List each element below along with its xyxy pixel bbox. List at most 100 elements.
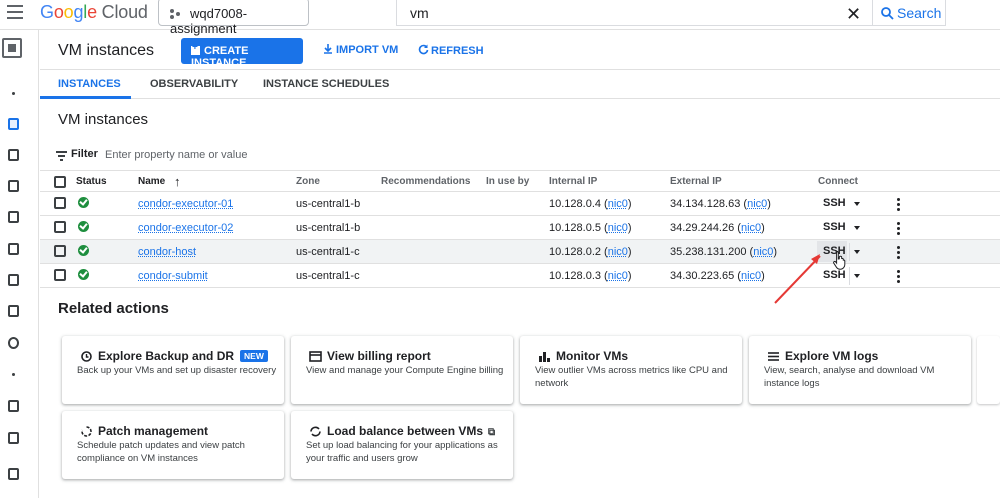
backup-icon bbox=[81, 351, 92, 362]
running-status-icon bbox=[78, 221, 89, 232]
table-header: Status Name ↑ Zone Recommendations In us… bbox=[40, 171, 1000, 192]
select-all-checkbox[interactable] bbox=[54, 176, 66, 188]
row-checkbox[interactable] bbox=[54, 245, 66, 257]
card-monitor-vms[interactable]: Monitor VMs View outlier VMs across metr… bbox=[520, 336, 742, 404]
col-zone[interactable]: Zone bbox=[296, 176, 320, 187]
nav-disks-icon[interactable] bbox=[6, 400, 20, 412]
more-actions-icon[interactable] bbox=[897, 270, 901, 285]
more-actions-icon[interactable] bbox=[897, 198, 901, 213]
nav-tpus-icon[interactable] bbox=[6, 243, 20, 255]
nic-link[interactable]: nic0 bbox=[741, 222, 761, 234]
nav-sole-tenant-icon[interactable] bbox=[6, 180, 20, 192]
card-description: View and manage your Compute Engine bill… bbox=[306, 365, 504, 376]
divider bbox=[849, 267, 850, 285]
page-header: VM instances CREATE INSTANCE IMPORT VM R… bbox=[40, 30, 1000, 70]
instance-name-link[interactable]: condor-executor-02 bbox=[138, 222, 233, 234]
table-row: condor-host us-central1-c 10.128.0.2 (ni… bbox=[40, 240, 1000, 264]
row-checkbox[interactable] bbox=[54, 221, 66, 233]
nic-link[interactable]: nic0 bbox=[608, 222, 628, 234]
google-cloud-logo[interactable]: Google Cloud bbox=[40, 2, 148, 23]
card-explore-logs[interactable]: Explore VM logs View, search, analyse an… bbox=[749, 336, 971, 404]
nav-machine-images-icon[interactable] bbox=[6, 211, 20, 223]
col-internal-ip[interactable]: Internal IP bbox=[549, 176, 597, 187]
card-partially-visible[interactable] bbox=[977, 336, 1000, 404]
compute-engine-icon[interactable] bbox=[2, 38, 22, 58]
hand-cursor-icon bbox=[833, 251, 846, 270]
table-row: condor-executor-01 us-central1-b 10.128.… bbox=[40, 192, 1000, 216]
instance-name-link[interactable]: condor-host bbox=[138, 246, 196, 258]
more-actions-icon[interactable] bbox=[897, 222, 901, 237]
filter-icon[interactable] bbox=[56, 151, 67, 163]
search-input[interactable]: vm bbox=[396, 0, 872, 26]
instance-name-link[interactable]: condor-executor-01 bbox=[138, 198, 233, 210]
create-instance-button[interactable]: CREATE INSTANCE bbox=[181, 38, 303, 69]
nic-link[interactable]: nic0 bbox=[747, 198, 767, 210]
project-picker[interactable]: wqd7008-assignment bbox=[158, 0, 309, 36]
search-button-label: Search bbox=[897, 5, 942, 21]
tab-instances[interactable]: INSTANCES bbox=[58, 78, 121, 90]
ssh-dropdown-icon[interactable] bbox=[854, 226, 860, 230]
refresh-button[interactable]: REFRESH bbox=[418, 44, 484, 57]
related-actions-title: Related actions bbox=[58, 300, 169, 317]
add-box-icon bbox=[191, 42, 200, 55]
search-button[interactable]: Search bbox=[872, 0, 946, 26]
nav-instance-templates-icon[interactable] bbox=[6, 149, 20, 161]
card-patch-management[interactable]: Patch management Schedule patch updates … bbox=[62, 411, 284, 479]
tab-bar: INSTANCES OBSERVABILITY INSTANCE SCHEDUL… bbox=[40, 70, 1000, 99]
zone-cell: us-central1-b bbox=[296, 198, 361, 210]
ssh-dropdown-icon[interactable] bbox=[854, 202, 860, 206]
col-recommendations[interactable]: Recommendations bbox=[381, 176, 470, 187]
filter-input[interactable]: Enter property name or value bbox=[105, 149, 247, 161]
instance-name-link[interactable]: condor-submit bbox=[138, 270, 208, 282]
card-view-billing[interactable]: View billing report View and manage your… bbox=[291, 336, 513, 404]
tab-observability[interactable]: OBSERVABILITY bbox=[150, 78, 238, 90]
import-icon bbox=[324, 44, 332, 54]
nav-dot bbox=[6, 369, 20, 381]
col-external-ip[interactable]: External IP bbox=[670, 176, 722, 187]
internal-ip-cell: 10.128.0.3 (nic0) bbox=[549, 270, 632, 282]
nav-migrate-icon[interactable] bbox=[6, 337, 20, 349]
top-bar: Google Cloud wqd7008-assignment vm ✕ Sea… bbox=[0, 0, 1000, 36]
ssh-button[interactable]: SSH bbox=[823, 197, 846, 209]
nic-link[interactable]: nic0 bbox=[608, 198, 628, 210]
nav-snapshots-icon[interactable] bbox=[6, 432, 20, 444]
col-name[interactable]: Name bbox=[138, 176, 165, 187]
card-title: Explore VM logs bbox=[785, 349, 879, 363]
nav-reservations-icon[interactable] bbox=[6, 305, 20, 317]
col-in-use-by[interactable]: In use by bbox=[486, 176, 529, 187]
card-description: View, search, analyse and download VM in… bbox=[764, 365, 935, 389]
card-title: Patch management bbox=[98, 424, 209, 438]
internal-ip-cell: 10.128.0.5 (nic0) bbox=[549, 222, 632, 234]
patch-icon bbox=[81, 426, 92, 437]
card-title: View billing report bbox=[327, 349, 431, 363]
col-connect: Connect bbox=[818, 176, 858, 187]
more-actions-icon[interactable] bbox=[897, 246, 901, 261]
ssh-button[interactable]: SSH bbox=[823, 221, 846, 233]
col-status[interactable]: Status bbox=[76, 176, 107, 187]
nav-marketplace-icon[interactable] bbox=[6, 468, 20, 480]
close-icon[interactable]: ✕ bbox=[846, 4, 861, 25]
nav-vm-instances-icon[interactable] bbox=[6, 118, 20, 130]
row-checkbox[interactable] bbox=[54, 269, 66, 281]
refresh-icon bbox=[418, 44, 429, 55]
filter-label[interactable]: Filter bbox=[71, 148, 98, 160]
tab-instance-schedules[interactable]: INSTANCE SCHEDULES bbox=[263, 78, 389, 90]
ssh-dropdown-icon[interactable] bbox=[854, 250, 860, 254]
import-vm-button[interactable]: IMPORT VM bbox=[323, 44, 398, 56]
card-title: Monitor VMs bbox=[556, 349, 628, 363]
nic-link[interactable]: nic0 bbox=[608, 270, 628, 282]
bar-chart-icon bbox=[539, 352, 550, 362]
nic-link[interactable]: nic0 bbox=[741, 270, 761, 282]
left-nav-rail bbox=[0, 30, 39, 498]
nav-committed-use-icon[interactable] bbox=[6, 274, 20, 286]
refresh-label: REFRESH bbox=[431, 45, 484, 57]
nic-link[interactable]: nic0 bbox=[608, 246, 628, 258]
ssh-dropdown-icon[interactable] bbox=[854, 274, 860, 278]
row-checkbox[interactable] bbox=[54, 197, 66, 209]
menu-icon[interactable] bbox=[7, 5, 23, 19]
active-tab-indicator bbox=[40, 96, 131, 99]
external-ip-cell: 34.29.244.26 (nic0) bbox=[670, 222, 765, 234]
card-load-balance[interactable]: Load balance between VMs ⧉ Set up load ba… bbox=[291, 411, 513, 479]
sort-ascending-icon[interactable]: ↑ bbox=[174, 174, 181, 189]
card-explore-backup[interactable]: Explore Backup and DR NEW Back up your VM… bbox=[62, 336, 284, 404]
